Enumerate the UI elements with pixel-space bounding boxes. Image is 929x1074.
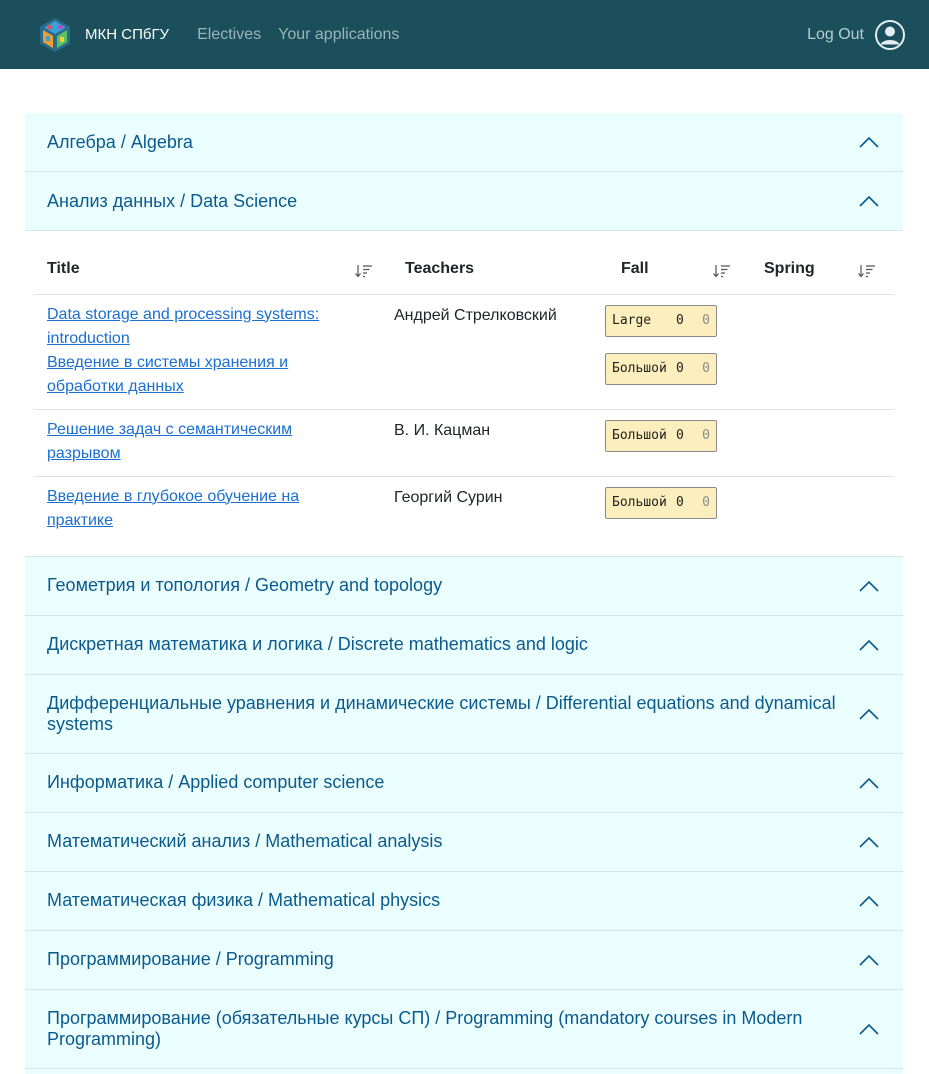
badge-count: 0 bbox=[676, 428, 684, 443]
sort-descending-icon[interactable] bbox=[858, 264, 876, 278]
section-title: Математический анализ / Mathematical ana… bbox=[47, 831, 443, 851]
enrollment-badge[interactable]: Большой 0 0 bbox=[605, 352, 717, 385]
sort-descending-icon[interactable] bbox=[713, 264, 731, 278]
table-row: Решение задач с семантическим разрывом В… bbox=[34, 409, 894, 477]
user-circle-icon[interactable] bbox=[874, 19, 906, 51]
nav-link-electives[interactable]: Electives bbox=[197, 26, 261, 44]
badge-count: 0 bbox=[676, 495, 684, 510]
courses-table: Title Teachers Fall Spring Data storage … bbox=[34, 239, 894, 537]
table-row: Data storage and processing systems: int… bbox=[34, 294, 894, 410]
section-title: Программирование (обязательные курсы СП)… bbox=[47, 1007, 803, 1049]
chevron-up-icon bbox=[859, 136, 879, 148]
section-title: Алгебра / Algebra bbox=[47, 131, 193, 152]
course-title-cell: Data storage and processing systems: int… bbox=[34, 294, 384, 410]
enrollment-badge[interactable]: Large 0 0 bbox=[605, 304, 717, 337]
section-title: Дифференциальные уравнения и динамически… bbox=[47, 692, 836, 734]
nav-link-applications[interactable]: Your applications bbox=[278, 26, 399, 44]
enrollment-badge[interactable]: Большой 0 0 bbox=[605, 419, 717, 452]
fall-cell: Большой 0 0 bbox=[595, 476, 738, 537]
section-header-discrete-math[interactable]: Дискретная математика и логика / Discret… bbox=[25, 615, 903, 675]
column-header-fall: Fall bbox=[595, 239, 738, 295]
badge-count: 0 bbox=[676, 313, 684, 328]
spring-cell bbox=[738, 294, 894, 410]
section-header-data-science[interactable]: Анализ данных / Data Science bbox=[25, 172, 903, 231]
table-row: Введение в глубокое обучение на практике… bbox=[34, 476, 894, 537]
fall-cell: Большой 0 0 bbox=[595, 409, 738, 477]
chevron-up-icon bbox=[859, 580, 879, 592]
chevron-up-icon bbox=[859, 895, 879, 907]
course-title-cell: Введение в глубокое обучение на практике bbox=[34, 476, 384, 537]
badge-label: Большой bbox=[612, 428, 667, 443]
section-header-algebra[interactable]: Алгебра / Algebra bbox=[25, 113, 903, 172]
badge-label: Large bbox=[612, 313, 652, 328]
top-navbar: МКН СПбГУ Electives Your applications Lo… bbox=[0, 0, 929, 69]
section-title: Информатика / Applied computer science bbox=[47, 772, 385, 792]
enrollment-badge[interactable]: Большой 0 0 bbox=[605, 486, 717, 519]
badge-count: 0 bbox=[676, 361, 684, 376]
chevron-up-icon bbox=[859, 708, 879, 720]
cube-logo-icon bbox=[40, 17, 70, 52]
section-title: Математическая физика / Mathematical phy… bbox=[47, 890, 441, 910]
badge-count-secondary: 0 bbox=[702, 313, 710, 328]
section-title: Геометрия и топология / Geometry and top… bbox=[47, 575, 443, 595]
badge-count-secondary: 0 bbox=[702, 495, 710, 510]
section-header-applied-cs[interactable]: Информатика / Applied computer science bbox=[25, 753, 903, 813]
course-title-cell: Решение задач с семантическим разрывом bbox=[34, 409, 384, 477]
column-header-teachers: Teachers bbox=[384, 239, 595, 295]
table-header-row: Title Teachers Fall Spring bbox=[34, 239, 894, 295]
data-science-panel: Title Teachers Fall Spring Data storage … bbox=[25, 231, 903, 557]
chevron-up-icon bbox=[859, 1023, 879, 1035]
spring-cell bbox=[738, 476, 894, 537]
brand[interactable]: МКН СПбГУ bbox=[37, 17, 169, 53]
badge-label: Большой bbox=[612, 361, 667, 376]
course-link[interactable]: Введение в системы хранения и обработки … bbox=[47, 351, 364, 399]
section-header-differential-equations[interactable]: Дифференциальные уравнения и динамически… bbox=[25, 674, 903, 754]
course-link[interactable]: Data storage and processing systems: int… bbox=[47, 303, 364, 351]
teacher-cell: В. И. Кацман bbox=[384, 409, 595, 477]
chevron-up-icon bbox=[859, 836, 879, 848]
section-header-next[interactable] bbox=[25, 1068, 903, 1074]
brand-name: МКН СПбГУ bbox=[85, 26, 170, 43]
section-header-programming[interactable]: Программирование / Programming bbox=[25, 930, 903, 990]
badge-count-secondary: 0 bbox=[702, 428, 710, 443]
column-header-title: Title bbox=[34, 239, 384, 295]
spring-cell bbox=[738, 409, 894, 477]
section-title: Анализ данных / Data Science bbox=[47, 190, 298, 211]
section-header-geometry[interactable]: Геометрия и топология / Geometry and top… bbox=[25, 556, 903, 616]
teacher-cell: Андрей Стрелковский bbox=[384, 294, 595, 410]
teacher-cell: Георгий Сурин bbox=[394, 488, 503, 506]
sort-descending-icon[interactable] bbox=[355, 264, 373, 278]
section-header-programming-mandatory[interactable]: Программирование (обязательные курсы СП)… bbox=[25, 989, 903, 1069]
sections-accordion: Алгебра / Algebra Анализ данных / Data S… bbox=[25, 113, 903, 1074]
column-fall-label: Fall bbox=[621, 260, 649, 277]
column-header-spring: Spring bbox=[738, 239, 894, 295]
course-link[interactable]: Введение в глубокое обучение на практике bbox=[47, 485, 364, 533]
section-title: Дискретная математика и логика / Discret… bbox=[47, 634, 588, 654]
column-title-label: Title bbox=[47, 260, 80, 277]
column-spring-label: Spring bbox=[764, 260, 815, 277]
chevron-up-icon bbox=[859, 954, 879, 966]
badge-count-secondary: 0 bbox=[702, 361, 710, 376]
chevron-up-icon bbox=[859, 777, 879, 789]
course-link[interactable]: Решение задач с семантическим разрывом bbox=[47, 418, 364, 466]
section-header-math-analysis[interactable]: Математический анализ / Mathematical ana… bbox=[25, 812, 903, 872]
fall-cell: Large 0 0 Большой 0 0 bbox=[595, 294, 738, 410]
section-header-math-physics[interactable]: Математическая физика / Mathematical phy… bbox=[25, 871, 903, 931]
chevron-up-icon bbox=[859, 195, 879, 207]
logout-link[interactable]: Log Out bbox=[807, 26, 864, 44]
chevron-up-icon bbox=[859, 639, 879, 651]
column-teachers-label: Teachers bbox=[405, 260, 475, 277]
section-title: Программирование / Programming bbox=[47, 949, 334, 969]
badge-label: Большой bbox=[612, 495, 667, 510]
